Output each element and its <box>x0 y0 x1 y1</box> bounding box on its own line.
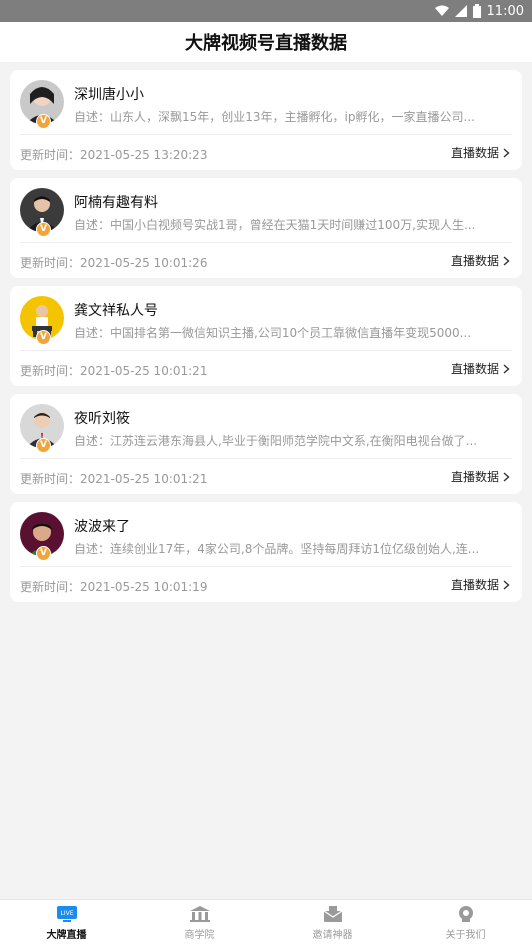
verified-badge-icon: V <box>36 330 51 345</box>
bottom-tab-bar: LIVE 大牌直播 商学院 邀请神器 关于我们 <box>0 899 532 946</box>
streamer-card[interactable]: V 夜听刘筱 自述：江苏连云港东海县人,毕业于衡阳师范学院中文系,在衡阳电视台做… <box>10 394 522 494</box>
update-time: 更新时间：2021-05-25 10:01:21 <box>20 364 208 378</box>
avatar-wrap: V <box>20 404 64 453</box>
tab-label: 商学院 <box>184 930 215 941</box>
streamer-card[interactable]: V 波波来了 自述：连续创业17年，4家公司,8个品牌。坚持每周拜访1位亿级创始… <box>10 502 522 602</box>
divider <box>20 566 512 567</box>
avatar-wrap: V <box>20 188 64 237</box>
avatar-wrap: V <box>20 80 64 129</box>
streamer-name: 夜听刘筱 <box>74 411 130 427</box>
streamer-card[interactable]: V 龚文祥私人号 自述：中国排名第一微信知识主播,公司10个员工靠微信直播年变现… <box>10 286 522 386</box>
chevron-right-icon <box>503 147 510 158</box>
streamer-description: 自述：江苏连云港东海县人,毕业于衡阳师范学院中文系,在衡阳电视台做了... <box>74 434 478 448</box>
live-icon: LIVE <box>56 906 77 922</box>
live-data-link[interactable]: 直播数据 <box>451 360 510 377</box>
live-icon-text: LIVE <box>60 910 73 917</box>
tab-academy[interactable]: 商学院 <box>133 900 266 946</box>
verified-badge-icon: V <box>36 546 51 561</box>
streamer-list: V 深圳唐小小 自述：山东人，深飘15年，创业13年，主播孵化，ip孵化，一家直… <box>10 70 522 610</box>
status-time: 11:00 <box>486 3 524 19</box>
live-data-link[interactable]: 直播数据 <box>451 468 510 485</box>
divider <box>20 458 512 459</box>
status-bar: 11:00 <box>0 0 532 22</box>
avatar-wrap: V <box>20 296 64 345</box>
live-data-label: 直播数据 <box>450 362 499 376</box>
live-data-label: 直播数据 <box>450 254 499 268</box>
live-data-link[interactable]: 直播数据 <box>451 576 510 593</box>
about-icon <box>458 906 473 922</box>
streamer-name: 深圳唐小小 <box>74 87 144 103</box>
tab-label: 邀请神器 <box>312 930 353 941</box>
streamer-name: 阿楠有趣有料 <box>74 195 158 211</box>
chevron-right-icon <box>503 363 510 374</box>
divider <box>20 242 512 243</box>
tab-about[interactable]: 关于我们 <box>399 900 532 946</box>
app-header: 大牌视频号直播数据 <box>0 22 532 62</box>
avatar-wrap: V <box>20 512 64 561</box>
academy-icon <box>189 906 210 922</box>
streamer-card[interactable]: V 深圳唐小小 自述：山东人，深飘15年，创业13年，主播孵化，ip孵化，一家直… <box>10 70 522 170</box>
streamer-name: 波波来了 <box>74 519 130 535</box>
verified-badge-icon: V <box>36 222 51 237</box>
signal-icon <box>454 5 467 17</box>
wifi-icon <box>434 5 449 16</box>
tab-invite[interactable]: 邀请神器 <box>266 900 399 946</box>
battery-icon <box>472 4 481 18</box>
verified-badge-icon: V <box>36 438 51 453</box>
update-time: 更新时间：2021-05-25 10:01:26 <box>20 256 208 270</box>
chevron-right-icon <box>503 255 510 266</box>
live-data-label: 直播数据 <box>450 578 499 592</box>
tab-label: 关于我们 <box>445 930 486 941</box>
live-data-link[interactable]: 直播数据 <box>451 144 510 161</box>
divider <box>20 134 512 135</box>
update-time: 更新时间：2021-05-25 13:20:23 <box>20 148 208 162</box>
verified-badge-icon: V <box>36 114 51 129</box>
chevron-right-icon <box>503 579 510 590</box>
status-icons: 11:00 <box>434 3 524 19</box>
page-title: 大牌视频号直播数据 <box>185 33 347 54</box>
streamer-name: 龚文祥私人号 <box>74 303 158 319</box>
live-data-label: 直播数据 <box>450 470 499 484</box>
live-data-label: 直播数据 <box>450 146 499 160</box>
streamer-description: 自述：山东人，深飘15年，创业13年，主播孵化，ip孵化，一家直播公司... <box>74 110 475 124</box>
streamer-card[interactable]: V 阿楠有趣有料 自述：中国小白视频号实战1哥，曾经在天猫1天时间赚过100万,… <box>10 178 522 278</box>
chevron-right-icon <box>503 471 510 482</box>
invite-icon <box>323 906 342 922</box>
streamer-description: 自述：中国排名第一微信知识主播,公司10个员工靠微信直播年变现5000... <box>74 326 472 340</box>
divider <box>20 350 512 351</box>
live-data-link[interactable]: 直播数据 <box>451 252 510 269</box>
streamer-description: 自述：中国小白视频号实战1哥，曾经在天猫1天时间赚过100万,实现人生... <box>74 218 476 232</box>
update-time: 更新时间：2021-05-25 10:01:21 <box>20 472 208 486</box>
streamer-description: 自述：连续创业17年，4家公司,8个品牌。坚持每周拜访1位亿级创始人,连... <box>74 542 480 556</box>
tab-live[interactable]: LIVE 大牌直播 <box>0 900 133 946</box>
update-time: 更新时间：2021-05-25 10:01:19 <box>20 580 208 594</box>
tab-label: 大牌直播 <box>46 930 87 941</box>
